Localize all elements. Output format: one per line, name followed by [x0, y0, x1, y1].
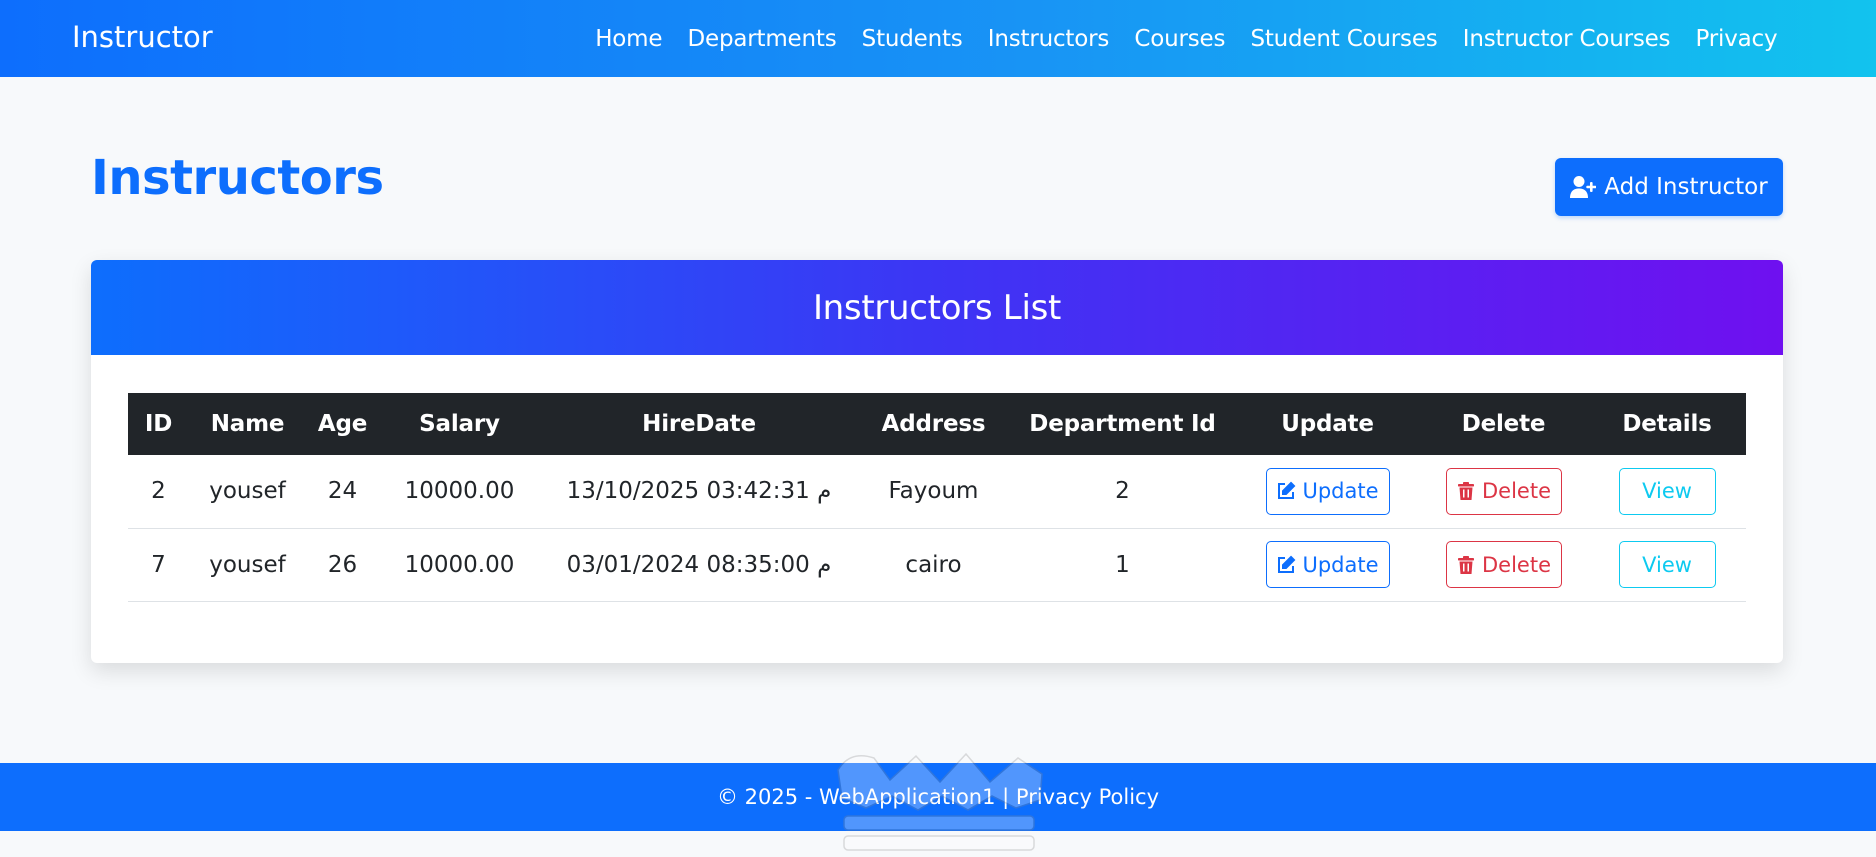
cell-address: cairo: [858, 528, 1009, 602]
page-title: Instructors: [91, 150, 384, 206]
card-header: Instructors List: [91, 260, 1783, 355]
cell-department-id: 1: [1009, 528, 1236, 602]
cell-id: 7: [128, 528, 189, 602]
cell-salary: 10000.00: [379, 455, 540, 529]
cell-name: yousef: [189, 455, 306, 529]
cell-address: Fayoum: [858, 455, 1009, 529]
edit-icon: [1278, 555, 1296, 573]
update-label: Update: [1302, 479, 1379, 504]
view-label: View: [1642, 552, 1692, 577]
instructors-table: ID Name Age Salary HireDate Address Depa…: [128, 393, 1746, 602]
cell-hire-date: 13/10/2025 03:42:31 م: [540, 455, 858, 529]
cell-department-id: 2: [1009, 455, 1236, 529]
nav-link-home[interactable]: Home: [583, 26, 675, 52]
header-address: Address: [858, 393, 1009, 455]
cell-age: 26: [306, 528, 379, 602]
update-label: Update: [1302, 552, 1379, 577]
footer-privacy-link[interactable]: Privacy Policy: [1016, 785, 1159, 809]
nav-links: Home Departments Students Instructors Co…: [583, 26, 1790, 52]
cell-name: yousef: [189, 528, 306, 602]
footer: © 2025 - WebApplication1 | Privacy Polic…: [0, 763, 1876, 831]
header-details: Details: [1588, 393, 1746, 455]
cell-hire-date: 03/01/2024 08:35:00 م: [540, 528, 858, 602]
cell-age: 24: [306, 455, 379, 529]
cell-details: View: [1588, 455, 1746, 529]
header-name: Name: [189, 393, 306, 455]
navbar-brand[interactable]: Instructor: [72, 20, 213, 54]
nav-link-courses[interactable]: Courses: [1122, 26, 1238, 52]
view-button[interactable]: View: [1618, 467, 1716, 515]
user-plus-icon: [1570, 176, 1597, 198]
table-row: 7 yousef 26 10000.00 03/01/2024 08:35:00…: [128, 528, 1746, 602]
table-row: 2 yousef 24 10000.00 13/10/2025 03:42:31…: [128, 455, 1746, 529]
navbar: Instructor Home Departments Students Ins…: [0, 0, 1876, 77]
delete-button[interactable]: Delete: [1445, 467, 1562, 515]
footer-copyright: © 2025 - WebApplication1 |: [716, 785, 1010, 809]
delete-button[interactable]: Delete: [1445, 541, 1562, 588]
header-department-id: Department Id: [1009, 393, 1236, 455]
cell-delete: Delete: [1419, 528, 1588, 602]
header-update: Update: [1236, 393, 1419, 455]
instructors-card: Instructors List ID Name Age Salary Hire…: [91, 260, 1783, 663]
edit-icon: [1278, 481, 1296, 500]
cell-update: Update: [1236, 455, 1419, 529]
header-age: Age: [306, 393, 379, 455]
add-instructor-button[interactable]: Add Instructor: [1555, 158, 1783, 216]
delete-label: Delete: [1482, 552, 1551, 577]
cell-details: View: [1588, 528, 1746, 602]
table-header-row: ID Name Age Salary HireDate Address Depa…: [128, 393, 1746, 455]
view-button[interactable]: View: [1618, 541, 1716, 588]
nav-link-student-courses[interactable]: Student Courses: [1238, 26, 1450, 52]
nav-link-instructors[interactable]: Instructors: [975, 26, 1122, 52]
cell-delete: Delete: [1419, 455, 1588, 529]
trash-icon: [1458, 555, 1474, 574]
add-instructor-label: Add Instructor: [1604, 174, 1768, 200]
cell-update: Update: [1236, 528, 1419, 602]
header-id: ID: [128, 393, 189, 455]
header-hire-date: HireDate: [540, 393, 858, 455]
nav-link-instructor-courses[interactable]: Instructor Courses: [1450, 26, 1683, 52]
nav-link-departments[interactable]: Departments: [675, 26, 849, 52]
header-salary: Salary: [379, 393, 540, 455]
cell-salary: 10000.00: [379, 528, 540, 602]
cell-id: 2: [128, 455, 189, 529]
nav-link-privacy[interactable]: Privacy: [1683, 26, 1790, 52]
card-title: Instructors List: [812, 287, 1062, 328]
delete-label: Delete: [1482, 479, 1551, 504]
update-button[interactable]: Update: [1265, 541, 1390, 588]
view-label: View: [1642, 479, 1692, 504]
nav-link-students[interactable]: Students: [849, 26, 975, 52]
trash-icon: [1458, 482, 1474, 501]
update-button[interactable]: Update: [1265, 467, 1390, 515]
header-delete: Delete: [1419, 393, 1588, 455]
table-wrapper: ID Name Age Salary HireDate Address Depa…: [128, 393, 1746, 602]
